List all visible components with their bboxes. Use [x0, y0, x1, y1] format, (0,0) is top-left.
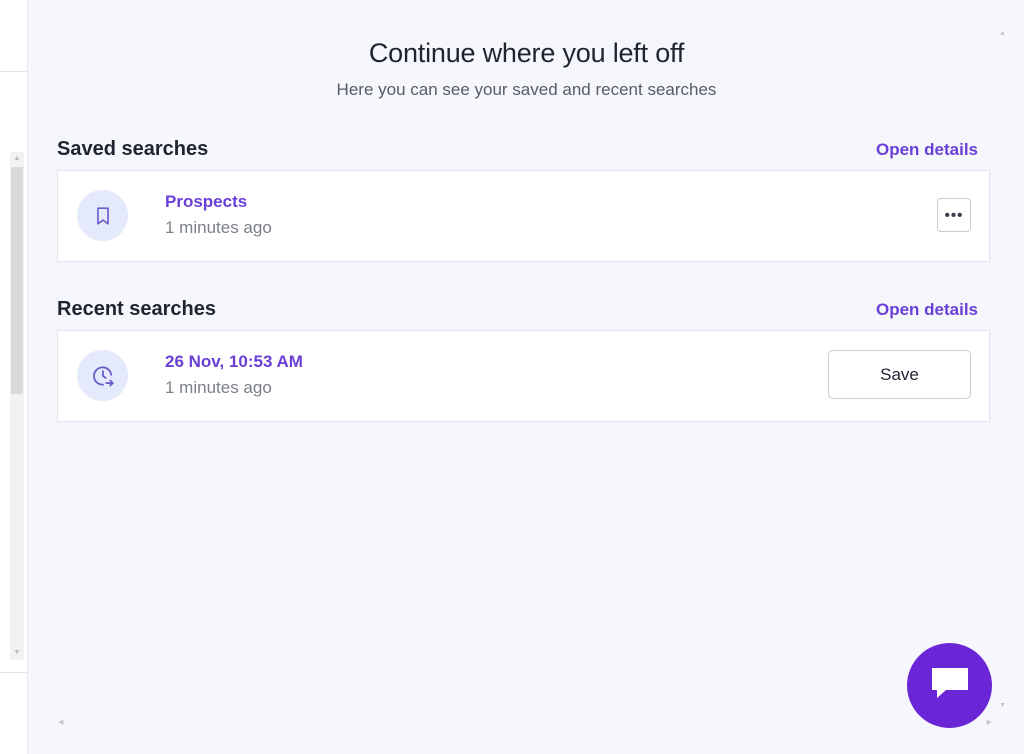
recent-open-details-link[interactable]: Open details — [876, 300, 978, 320]
saved-open-details-link[interactable]: Open details — [876, 140, 978, 160]
panel-title: Continue where you left off — [368, 38, 685, 68]
divider — [0, 672, 27, 673]
scroll-left-arrow-icon[interactable]: ◀ — [58, 718, 63, 726]
scroll-up-arrow-icon[interactable]: ▲ — [10, 154, 24, 164]
save-search-button[interactable]: Save — [828, 350, 971, 399]
app-window: ▲ ▼ ▲ Continue where you left off Here y… — [0, 0, 1024, 754]
chat-bubble-icon — [928, 663, 972, 708]
recent-search-title[interactable]: 26 Nov, 10:53 AM — [165, 352, 303, 372]
saved-searches-heading: Saved searches — [57, 138, 209, 160]
recent-search-card[interactable]: 26 Nov, 10:53 AM 1 minutes ago Save — [57, 330, 990, 422]
recent-searches-heading: Recent searches — [57, 298, 216, 320]
scroll-right-arrow-icon[interactable]: ▶ — [987, 718, 992, 726]
saved-search-title[interactable]: Prospects — [165, 192, 247, 212]
saved-search-time: 1 minutes ago — [165, 218, 272, 237]
divider — [0, 71, 27, 72]
scroll-down-arrow-icon[interactable]: ▼ — [10, 648, 24, 658]
searches-panel: ▲ Continue where you left off Here you c… — [27, 0, 1024, 754]
saved-search-card[interactable]: Prospects 1 minutes ago ••• — [57, 170, 990, 262]
scroll-up-arrow-icon[interactable]: ▲ — [999, 30, 1006, 37]
scroll-down-arrow-icon[interactable]: ▼ — [999, 702, 1006, 709]
background-page-strip: ▲ ▼ — [0, 0, 27, 754]
background-scrollbar[interactable]: ▲ ▼ — [10, 152, 24, 660]
clock-history-icon — [77, 350, 128, 401]
panel-subtitle: Here you can see your saved and recent s… — [336, 80, 717, 99]
bookmark-icon — [77, 190, 128, 241]
recent-search-time: 1 minutes ago — [165, 378, 272, 397]
more-dots-icon: ••• — [944, 206, 964, 224]
chat-launcher-button[interactable] — [907, 643, 992, 728]
scrollbar-thumb[interactable] — [11, 167, 23, 394]
more-options-button[interactable]: ••• — [937, 198, 971, 232]
